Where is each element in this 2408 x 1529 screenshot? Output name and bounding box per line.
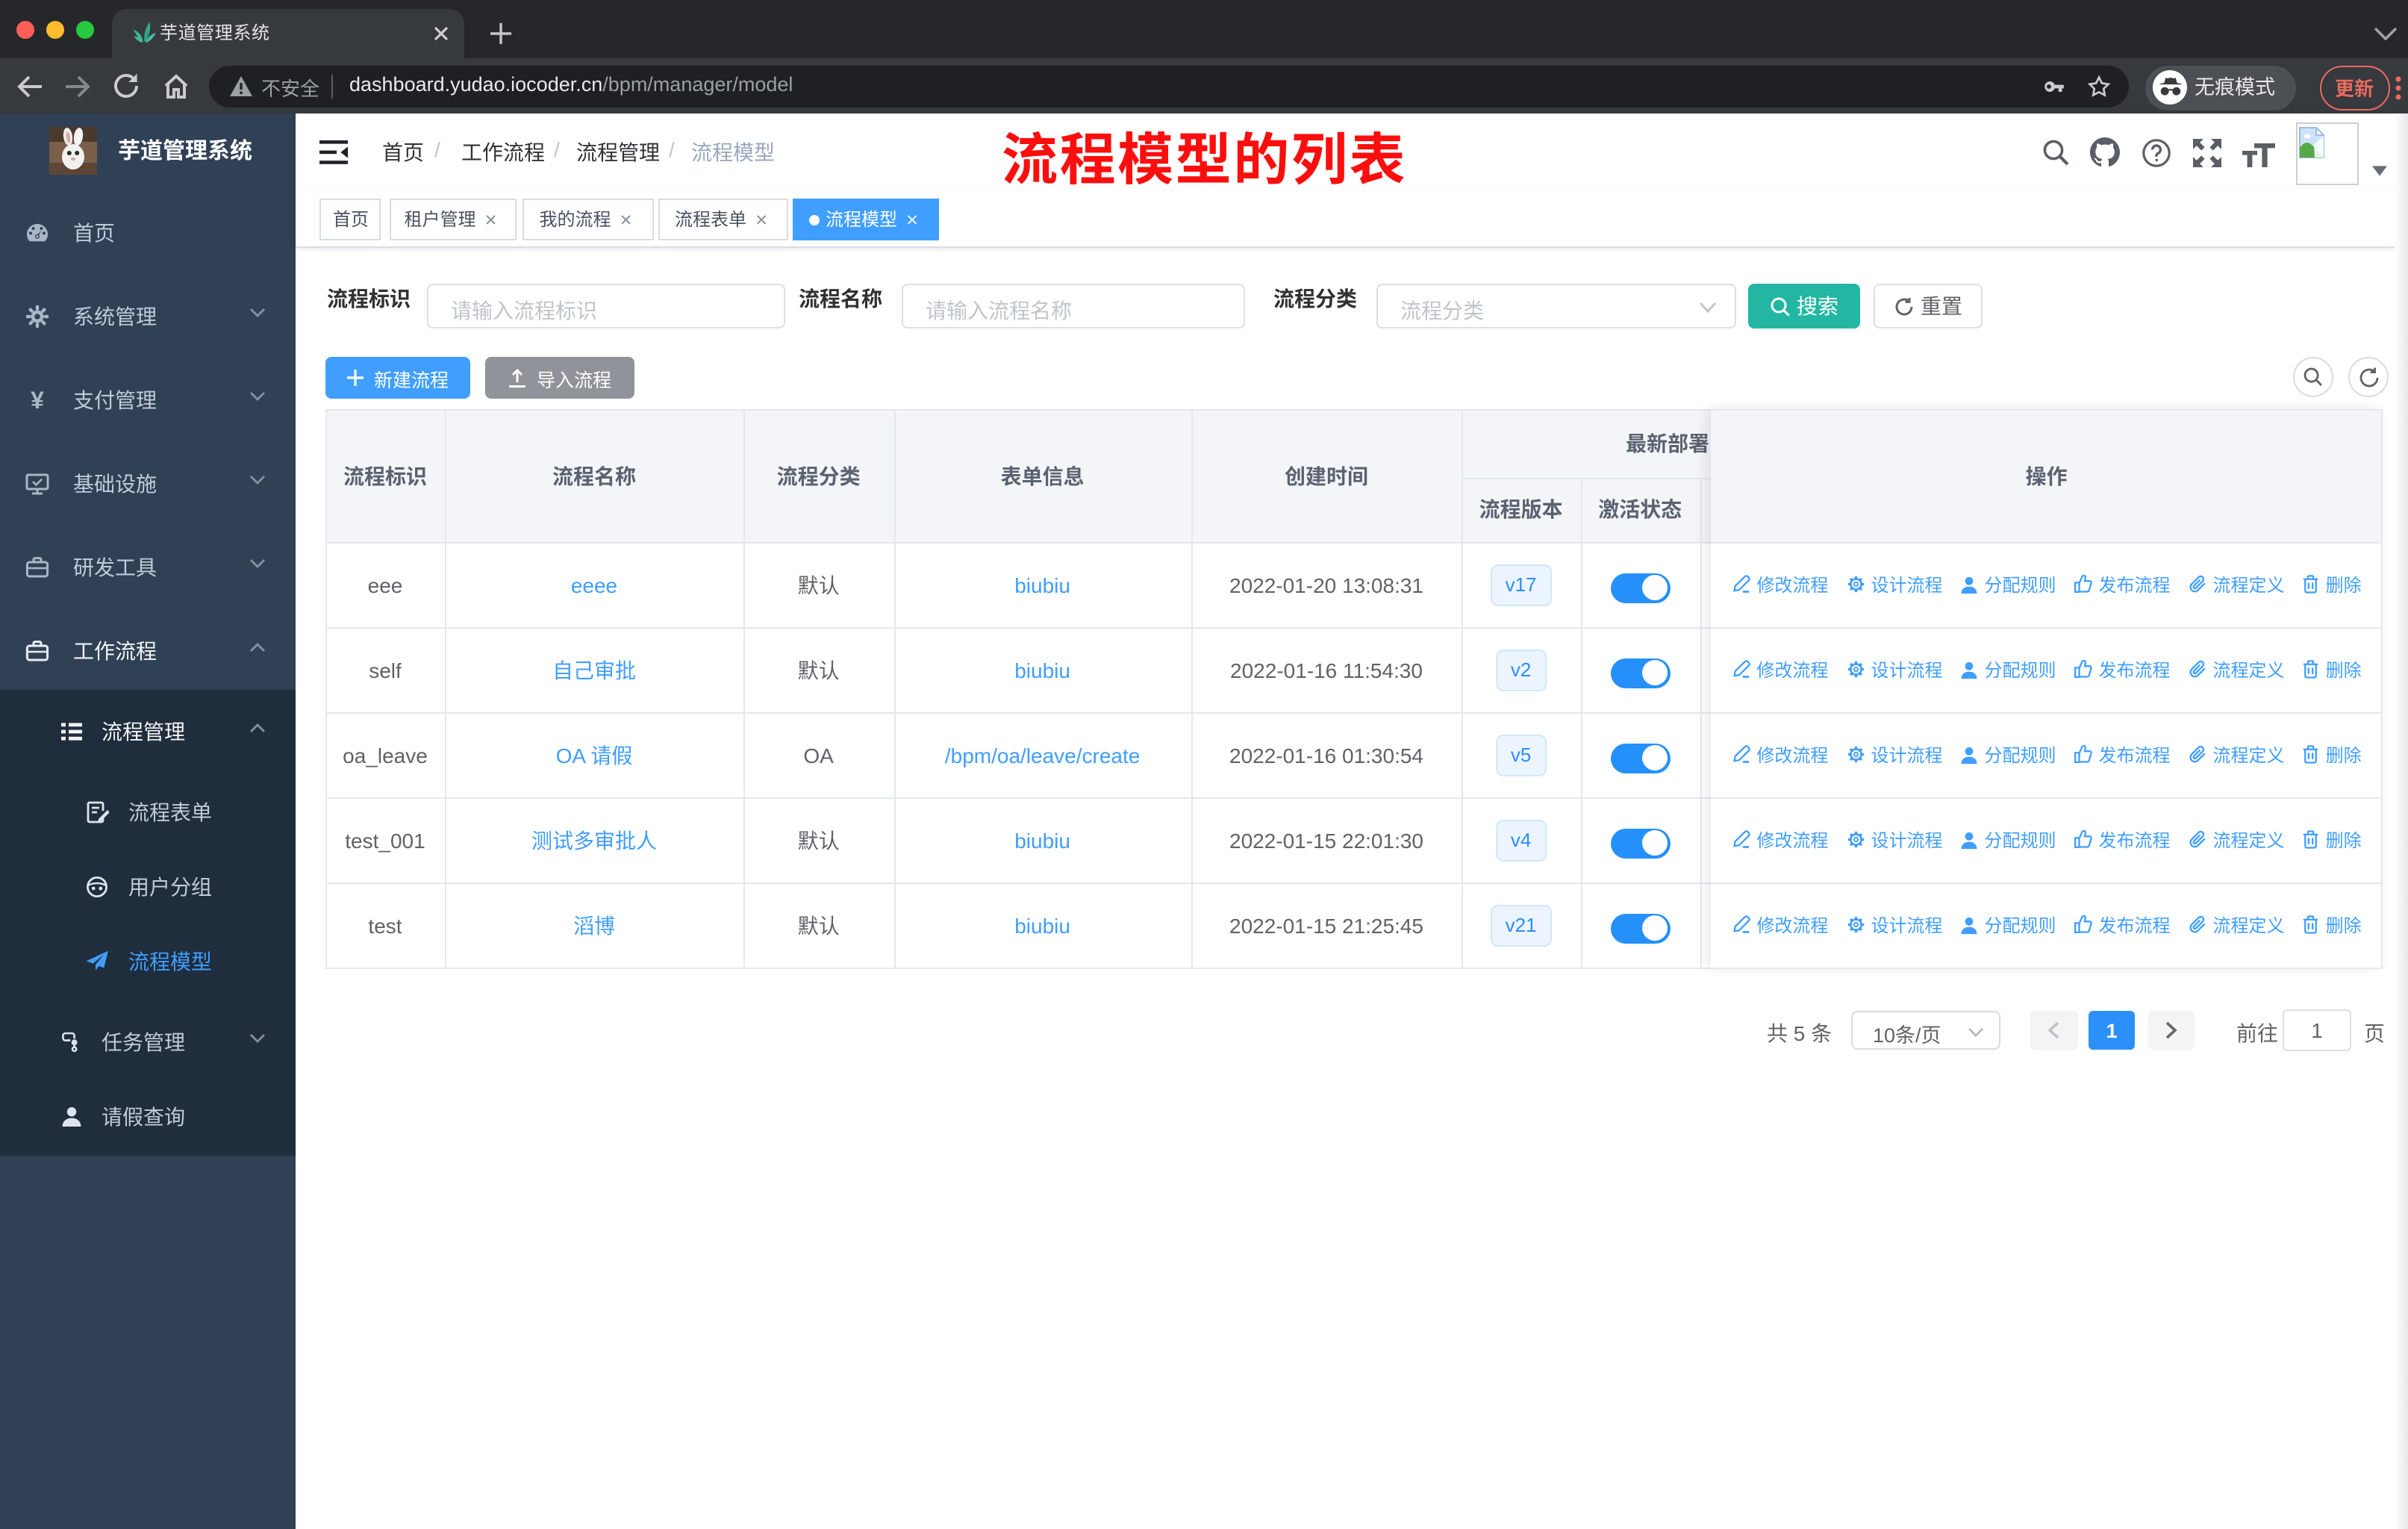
svg-text:¥: ¥ (31, 388, 44, 412)
